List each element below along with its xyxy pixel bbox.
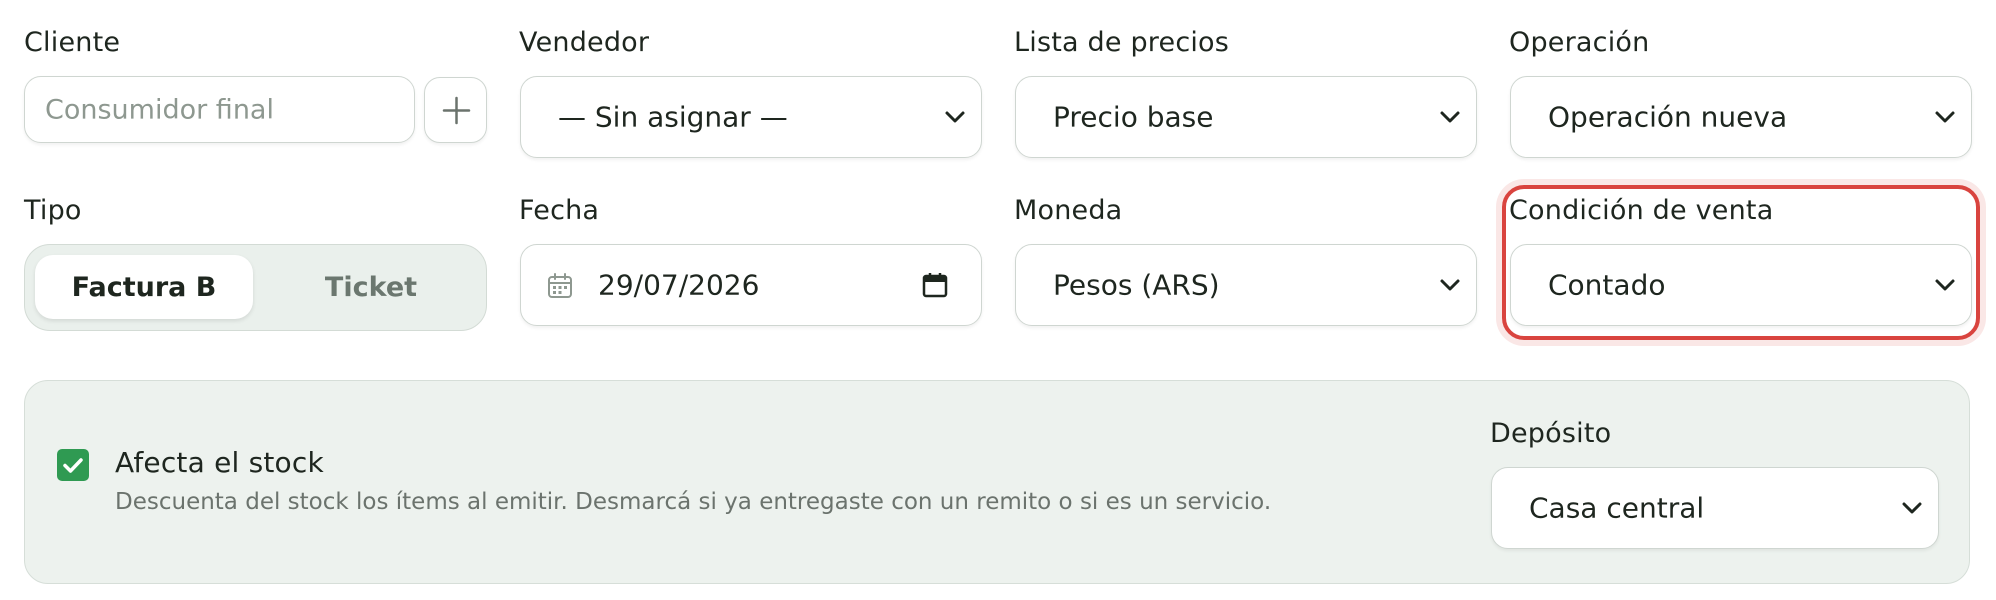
chevron-down-icon: [1935, 111, 1955, 123]
operacion-label: Operación: [1509, 27, 1650, 58]
chevron-down-icon: [1902, 502, 1922, 514]
chevron-down-icon: [945, 111, 965, 123]
check-icon: [63, 458, 83, 473]
moneda-label: Moneda: [1014, 195, 1123, 226]
vendedor-label: Vendedor: [519, 27, 650, 58]
fecha-input[interactable]: 29/07/2026: [520, 244, 982, 326]
cliente-label: Cliente: [24, 27, 121, 58]
vendedor-value: — Sin asignar —: [558, 100, 788, 134]
afecta-stock-checkbox[interactable]: [57, 449, 89, 481]
chevron-down-icon: [1440, 111, 1460, 123]
condicion-venta-select[interactable]: Contado: [1510, 244, 1972, 326]
calendar-picker-icon[interactable]: [921, 271, 949, 299]
chevron-down-icon: [1440, 279, 1460, 291]
plus-icon: [442, 96, 471, 125]
tipo-option-ticket[interactable]: Ticket: [265, 255, 477, 319]
vendedor-select[interactable]: — Sin asignar —: [520, 76, 982, 158]
deposito-label: Depósito: [1490, 418, 1612, 449]
chevron-down-icon: [1935, 279, 1955, 291]
tipo-label: Tipo: [24, 195, 82, 226]
lista-precios-select[interactable]: Precio base: [1015, 76, 1477, 158]
lista-precios-label: Lista de precios: [1014, 27, 1230, 58]
lista-precios-value: Precio base: [1053, 100, 1214, 134]
stock-panel: Afecta el stock Descuenta del stock los …: [24, 380, 1970, 584]
moneda-value: Pesos (ARS): [1053, 268, 1220, 302]
moneda-select[interactable]: Pesos (ARS): [1015, 244, 1477, 326]
tipo-segmented-control[interactable]: Factura B Ticket: [24, 244, 487, 331]
cliente-input[interactable]: Consumidor final: [24, 76, 415, 143]
add-cliente-button[interactable]: [424, 77, 487, 143]
afecta-stock-description: Descuenta del stock los ítems al emitir.…: [115, 489, 1272, 515]
fecha-value: 29/07/2026: [598, 268, 760, 302]
fecha-label: Fecha: [519, 195, 600, 226]
deposito-value: Casa central: [1529, 491, 1705, 525]
operacion-select[interactable]: Operación nueva: [1510, 76, 1972, 158]
condicion-venta-value: Contado: [1548, 268, 1666, 302]
calendar-icon: [548, 273, 572, 298]
cliente-placeholder: Consumidor final: [45, 94, 274, 125]
operacion-value: Operación nueva: [1548, 100, 1788, 134]
afecta-stock-label: Afecta el stock: [115, 446, 324, 479]
tipo-option-factura-b[interactable]: Factura B: [35, 255, 253, 319]
deposito-select[interactable]: Casa central: [1491, 467, 1939, 549]
